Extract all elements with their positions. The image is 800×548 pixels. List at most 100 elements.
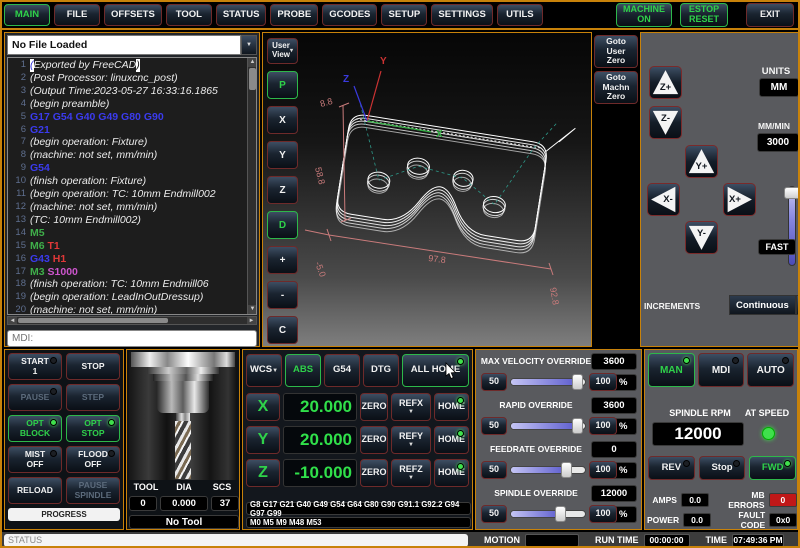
home-x-button[interactable]: HOME (434, 393, 469, 421)
scroll-left-icon[interactable]: ◄ (8, 317, 17, 324)
start-1-button[interactable]: START 1 (8, 353, 62, 380)
menu-tab-file[interactable]: FILE (54, 4, 100, 26)
menu-tab-settings[interactable]: SETTINGS (431, 4, 493, 26)
wcs-button[interactable]: WCS▼ (246, 354, 282, 387)
spindle-fwd-button[interactable]: FWD (749, 456, 796, 480)
increments-dropdown-button[interactable]: ▼ (796, 295, 800, 315)
scroll-right-icon[interactable]: ► (247, 317, 256, 324)
flood-off-button[interactable]: FLOOD OFF (66, 446, 120, 473)
estop-reset-button[interactable]: ESTOP RESET (680, 3, 728, 27)
view-button-plus[interactable]: + (267, 246, 298, 274)
mist-off-button[interactable]: MIST OFF (8, 446, 62, 473)
view-button-minus[interactable]: - (267, 281, 298, 309)
menu-tab-probe[interactable]: PROBE (270, 4, 318, 26)
refx-button[interactable]: REFX▼ (391, 393, 431, 421)
stat-row: AMPS0.0MB ERRORS0 (647, 490, 797, 510)
override-min-button[interactable]: 50 (481, 417, 507, 435)
override-min-button[interactable]: 50 (481, 505, 507, 523)
refy-button[interactable]: REFY▼ (391, 426, 431, 454)
jog-z-minus-button[interactable]: Z- (649, 106, 682, 139)
opt-stop-button[interactable]: OPT STOP (66, 415, 120, 442)
dro-panel: WCS▼ABSG54DTGALL HOME X20.000ZEROREFX▼HO… (242, 349, 473, 530)
slider-handle[interactable] (784, 187, 800, 199)
opt-block-button[interactable]: OPT BLOCK (8, 415, 62, 442)
jog-y-minus-button[interactable]: Y- (685, 221, 718, 254)
menu-tab-status[interactable]: STATUS (216, 4, 267, 26)
scrollbar-thumb[interactable] (249, 68, 256, 90)
goto-machine-zero-button[interactable]: Goto Machn Zero (594, 71, 638, 104)
view-button-z[interactable]: Z (267, 176, 298, 204)
stop-button[interactable]: STOP (66, 353, 120, 380)
home-z-button[interactable]: HOME (434, 459, 469, 487)
jog-x-minus-button[interactable]: X- (647, 183, 680, 216)
home-y-button[interactable]: HOME (434, 426, 469, 454)
slider-handle[interactable] (561, 462, 572, 478)
spindle-stop-button[interactable]: Stop (699, 456, 746, 480)
auto-mode-button[interactable]: AUTO (747, 353, 794, 387)
slider-handle[interactable] (555, 506, 566, 522)
override-max-button[interactable]: 100 (589, 373, 617, 391)
axis-x-button[interactable]: X (246, 393, 280, 421)
override-min-button[interactable]: 50 (481, 373, 507, 391)
pause-button[interactable]: PAUSE (8, 384, 62, 411)
view-button-c[interactable]: C (267, 316, 298, 344)
menu-tab-offsets[interactable]: OFFSETS (104, 4, 162, 26)
override-slider[interactable] (510, 510, 586, 518)
override-slider[interactable] (510, 466, 586, 474)
menu-tab-utils[interactable]: UTILS (497, 4, 543, 26)
jog-x-plus-button[interactable]: X+ (723, 183, 756, 216)
tool-value-dia: 0.000 (160, 496, 208, 511)
zero-z-button[interactable]: ZERO (360, 459, 388, 487)
override-min-button[interactable]: 50 (481, 461, 507, 479)
view-button-p[interactable]: P (267, 71, 298, 99)
gcode-horizontal-scrollbar[interactable]: ◄ ► (7, 316, 257, 325)
dtg-button[interactable]: DTG (363, 354, 399, 387)
zero-y-button[interactable]: ZERO (360, 426, 388, 454)
g54-button[interactable]: G54 (324, 354, 360, 387)
file-selector-dropdown-button[interactable]: ▼ (241, 35, 257, 55)
slider-handle[interactable] (572, 418, 583, 434)
view-button-user-view[interactable]: User View▾ (267, 38, 298, 64)
goto-user-zero-button[interactable]: Goto User Zero (594, 35, 638, 68)
abs-button[interactable]: ABS (285, 354, 321, 387)
override-max-button[interactable]: 100 (589, 461, 617, 479)
scroll-up-icon[interactable]: ▲ (248, 58, 257, 67)
override-slider[interactable] (510, 378, 586, 386)
gcode-preview-panel[interactable]: X Y Z 8.8 58.8 -5.0 97.8 92.8 User View▾… (262, 32, 592, 347)
jog-rate-label: MM/MIN (749, 121, 799, 131)
menu-tab-setup[interactable]: SETUP (381, 4, 427, 26)
mdi-mode-button[interactable]: MDI (698, 353, 745, 387)
menu-tab-tool[interactable]: TOOL (166, 4, 212, 26)
axis-y-button[interactable]: Y (246, 426, 280, 454)
view-button-x[interactable]: X (267, 106, 298, 134)
step-button[interactable]: STEP (66, 384, 120, 411)
machine-on-button[interactable]: MACHINE ON (616, 3, 672, 27)
gcode-text: (Output Time:2023-05-27 16:33:16.1865 (30, 85, 218, 98)
man-mode-button[interactable]: MAN (648, 353, 695, 387)
menu-tab-main[interactable]: MAIN (4, 4, 50, 26)
override-slider[interactable] (510, 422, 586, 430)
scrollbar-thumb[interactable] (18, 318, 168, 323)
override-max-button[interactable]: 100 (589, 417, 617, 435)
reload-button[interactable]: RELOAD (8, 477, 62, 504)
scroll-down-icon[interactable]: ▼ (248, 305, 257, 314)
view-button-d[interactable]: D (267, 211, 298, 239)
refz-button[interactable]: REFZ▼ (391, 459, 431, 487)
increments-select[interactable]: Continuous ▼ (729, 295, 796, 315)
mdi-input[interactable] (7, 330, 257, 347)
gcode-vertical-scrollbar[interactable]: ▲ ▼ (247, 58, 256, 314)
exit-button[interactable]: EXIT (746, 3, 794, 27)
menu-tab-gcodes[interactable]: GCODES (322, 4, 377, 26)
override-max-button[interactable]: 100 (589, 505, 617, 523)
file-selector[interactable]: No File Loaded (7, 35, 241, 55)
jog-y-plus-button[interactable]: Y+ (685, 145, 718, 178)
slider-handle[interactable] (572, 374, 583, 390)
zero-x-button[interactable]: ZERO (360, 393, 388, 421)
axis-z-button[interactable]: Z (246, 459, 280, 487)
gcode-viewer[interactable]: 1(Exported by FreeCAD)2(Post Processor: … (7, 57, 257, 315)
all-home-button[interactable]: ALL HOME (402, 354, 469, 387)
pause-spindle-button[interactable]: PAUSE SPINDLE (66, 477, 120, 504)
jog-z-plus-button[interactable]: Z+ (649, 66, 682, 99)
view-button-y[interactable]: Y (267, 141, 298, 169)
spindle-rev-button[interactable]: REV (648, 456, 695, 480)
